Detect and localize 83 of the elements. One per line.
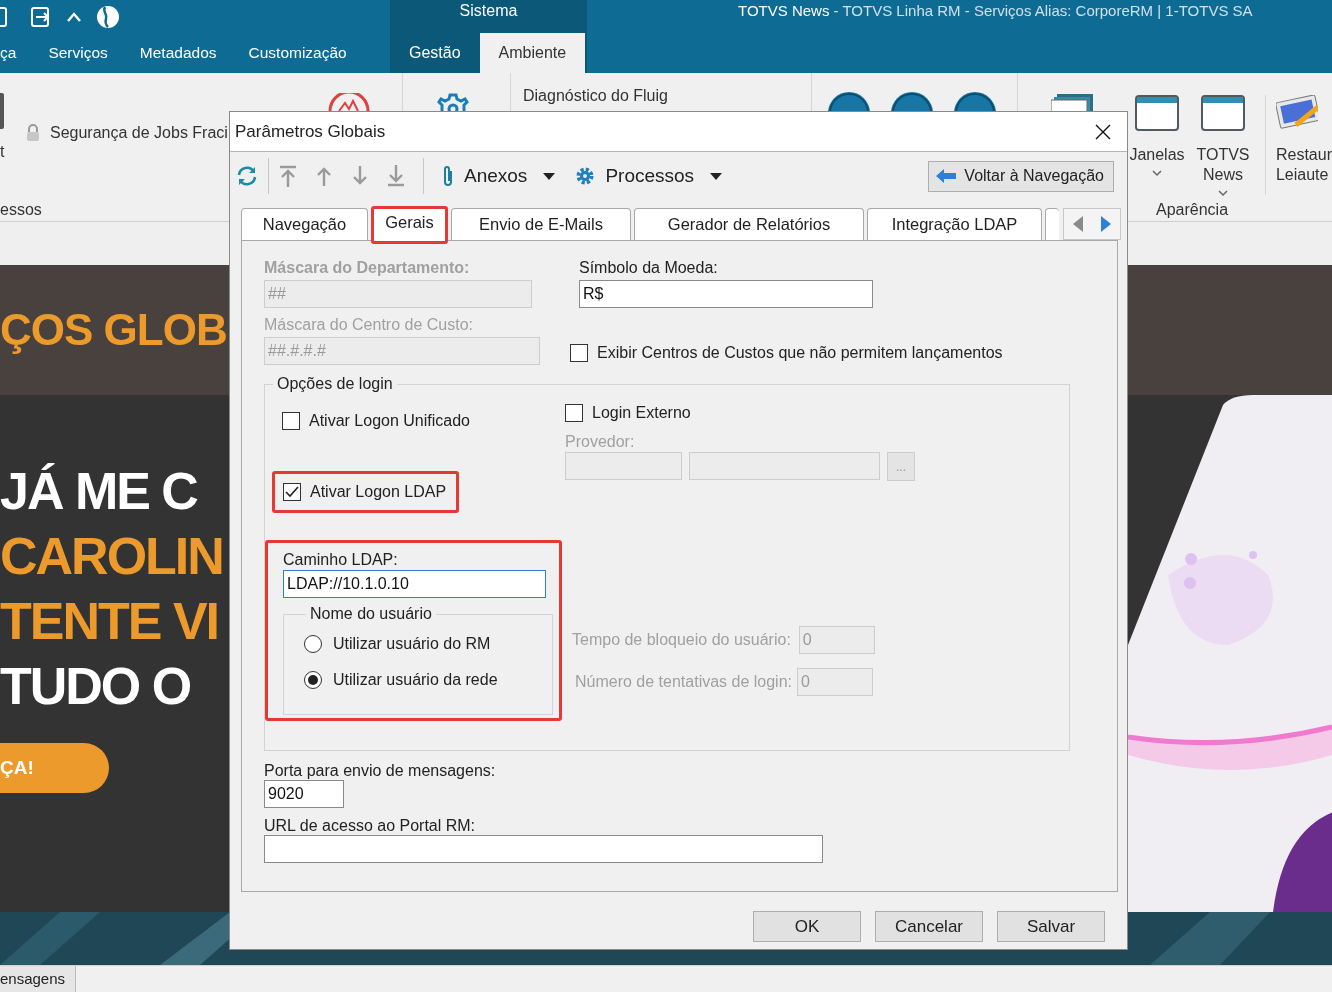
headline-line: TUDO O bbox=[0, 656, 191, 717]
arrow-left-icon bbox=[936, 169, 957, 183]
ribbon-tab[interactable]: Customização bbox=[232, 33, 363, 73]
group-title: Opções de login bbox=[276, 375, 394, 393]
group-title: Nome do usuário bbox=[309, 605, 433, 623]
checkbox[interactable] bbox=[283, 483, 301, 501]
ribbon-tab[interactable]: Serviços bbox=[32, 33, 124, 73]
gear-icon bbox=[575, 166, 596, 186]
diagnostic-item[interactable]: Diagnóstico do Fluig bbox=[523, 87, 668, 105]
exit-icon[interactable] bbox=[30, 5, 52, 28]
toolbar-menu[interactable]: Processos bbox=[567, 165, 731, 187]
dialog-tab[interactable]: Navegação bbox=[241, 208, 368, 240]
ribbon-tab[interactable]: ça bbox=[0, 33, 33, 73]
field-label: URL de acesso ao Portal RM: bbox=[264, 817, 477, 835]
dialog-button[interactable]: OK bbox=[753, 911, 861, 942]
globe-icon[interactable] bbox=[96, 4, 120, 29]
field-label: Símbolo da Moeda: bbox=[579, 259, 719, 277]
large-button-icon[interactable] bbox=[0, 92, 6, 130]
refresh-icon[interactable] bbox=[236, 166, 258, 186]
back-button[interactable]: Voltar à Navegação bbox=[928, 160, 1114, 192]
radio-label: Utilizar usuário da rede bbox=[333, 671, 498, 689]
caret-down-icon bbox=[710, 172, 723, 180]
checkbox[interactable] bbox=[570, 344, 588, 362]
scroll-left-icon[interactable] bbox=[1071, 216, 1085, 232]
ribbon-tab[interactable]: Ambiente bbox=[479, 33, 586, 73]
screen-pencil-icon bbox=[1275, 95, 1318, 131]
field-label: Máscara do Departamento: bbox=[264, 259, 471, 277]
checkbox-label: Login Externo bbox=[592, 404, 691, 422]
group-label: Aparência bbox=[1156, 201, 1229, 219]
checkbox-label: Exibir Centros de Custos que não permitem lançamentos bbox=[597, 344, 1003, 362]
headline-line: TENTE VI bbox=[0, 591, 219, 652]
dialog-title: Parâmetros Globais bbox=[235, 121, 386, 142]
ldap-path-field[interactable]: LDAP://10.1.0.10 bbox=[283, 570, 546, 598]
toolbar-menu[interactable]: Anexos bbox=[434, 165, 564, 187]
ribbon-tab[interactable]: Gestão bbox=[390, 33, 480, 73]
restore-layout-button[interactable]: Restaur Leiaute bbox=[1275, 95, 1332, 185]
checkbox[interactable] bbox=[282, 412, 300, 430]
window-icon bbox=[1135, 95, 1179, 131]
field-label: Provedor: bbox=[565, 433, 636, 451]
dialog-button[interactable]: Salvar bbox=[997, 911, 1105, 942]
caret-down-icon bbox=[543, 172, 556, 180]
chevron-icon bbox=[1217, 190, 1228, 197]
field-label: Porta para envio de mensagens: bbox=[264, 762, 497, 780]
checkbox-label: Ativar Logon LDAP bbox=[310, 483, 447, 501]
checkbox[interactable] bbox=[565, 404, 583, 422]
field-label: Máscara do Centro de Custo: bbox=[264, 316, 474, 334]
window-button[interactable]: TOTVS News bbox=[1194, 95, 1252, 197]
headline-line: CAROLIN bbox=[0, 526, 223, 587]
radio-button[interactable] bbox=[304, 635, 322, 653]
close-icon[interactable] bbox=[1095, 123, 1111, 140]
dialog-tab[interactable]: Envio de E-Mails bbox=[451, 208, 631, 240]
dialog-tab[interactable]: Gerais bbox=[371, 206, 448, 244]
banner-title: ÇOS GLOB bbox=[0, 305, 227, 355]
dialog-button[interactable]: Cancelar bbox=[875, 911, 983, 942]
paperclip-icon bbox=[442, 165, 454, 187]
window-title: TOTVS News - TOTVS Linha RM - Serviços Alias: CorporeRM | 1-TOTVS SA bbox=[737, 2, 1253, 19]
field-label: Número de tentativas de login: bbox=[575, 673, 792, 691]
headline-line: JÁ ME C bbox=[0, 461, 197, 522]
radio-button[interactable] bbox=[304, 671, 322, 689]
ribbon-tab[interactable]: Metadados bbox=[123, 33, 233, 73]
field-label: Tempo de bloqueio do usuário: bbox=[572, 631, 791, 649]
monitor-icon[interactable] bbox=[327, 93, 371, 111]
radio-label: Utilizar usuário do RM bbox=[333, 635, 491, 653]
messages-tab[interactable]: ensagens bbox=[0, 966, 77, 992]
group-label: essos bbox=[0, 201, 42, 219]
dialog-tab[interactable]: Gerador de Relatórios bbox=[634, 208, 864, 240]
field-label: Caminho LDAP: bbox=[283, 551, 399, 569]
window-button[interactable]: Janelas bbox=[1128, 95, 1186, 177]
windows-stack-icon[interactable] bbox=[1050, 94, 1095, 111]
gear-icon[interactable] bbox=[437, 93, 469, 111]
checkbox-label: Ativar Logon Unificado bbox=[309, 412, 470, 430]
currency-field[interactable]: R$ bbox=[579, 280, 873, 308]
lock-icon bbox=[26, 124, 40, 142]
window-icon bbox=[1200, 95, 1245, 131]
page-icon[interactable] bbox=[0, 6, 8, 27]
chevron-icon bbox=[1152, 170, 1162, 177]
port-field[interactable]: 9020 bbox=[264, 780, 344, 808]
dialog-tab[interactable]: Integração LDAP bbox=[867, 208, 1042, 240]
context-label: Sistema bbox=[390, 0, 587, 33]
portal-url-field[interactable] bbox=[264, 835, 823, 863]
caret-up-icon[interactable] bbox=[66, 10, 82, 23]
scroll-right-icon[interactable] bbox=[1099, 216, 1113, 232]
button-label[interactable]: t bbox=[0, 143, 5, 161]
